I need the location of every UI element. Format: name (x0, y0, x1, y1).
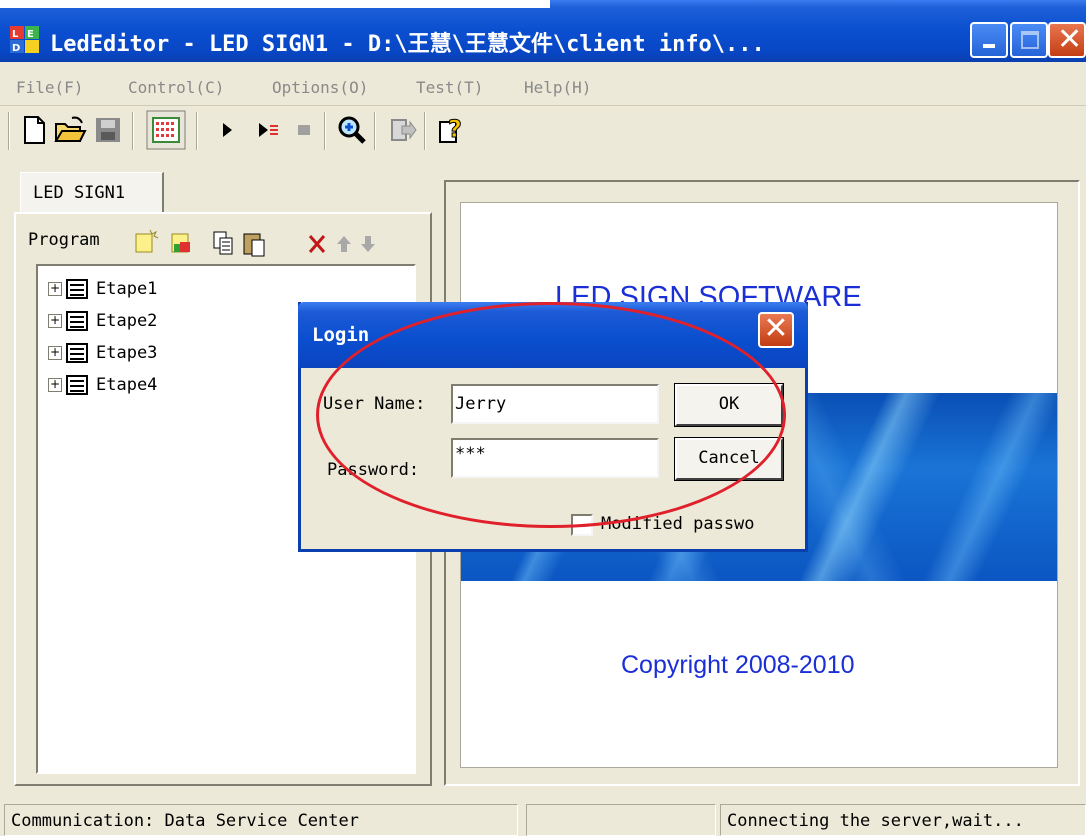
move-down-icon[interactable] (361, 236, 375, 252)
help-icon[interactable]: ? (434, 112, 470, 148)
svg-text:?: ? (448, 115, 462, 143)
tree-item-label: Etape2 (96, 311, 158, 331)
close-icon: ✕ (1057, 22, 1083, 57)
tree-item-label: Etape3 (96, 343, 158, 363)
dialog-title-bar: Login ✕ (298, 302, 808, 368)
top-edge (0, 0, 550, 8)
expand-icon[interactable]: + (48, 314, 62, 328)
svg-text:L: L (12, 29, 19, 40)
toolbar-separator (324, 112, 326, 150)
tree-item[interactable]: + Etape4 (48, 372, 157, 398)
led-grid-icon[interactable] (146, 110, 186, 150)
toolbar: ? (0, 106, 1086, 156)
username-label: User Name: (323, 394, 426, 414)
menu-file[interactable]: File(F) (16, 78, 83, 97)
open-folder-icon[interactable] (52, 112, 88, 148)
password-input[interactable]: *** (451, 438, 659, 478)
expand-icon[interactable]: + (48, 282, 62, 296)
minimize-icon (983, 44, 995, 48)
play-icon[interactable] (210, 112, 246, 148)
etape-icon (66, 279, 88, 299)
expand-icon[interactable]: + (48, 346, 62, 360)
tree-item-label: Etape1 (96, 279, 158, 299)
tree-item[interactable]: + Etape3 (48, 340, 157, 366)
etape-icon (66, 343, 88, 363)
toolbar-separator (196, 112, 198, 150)
password-label: Password: (327, 460, 420, 480)
tree-item-label: Etape4 (96, 375, 158, 395)
paste-icon[interactable] (243, 233, 265, 257)
move-up-icon[interactable] (337, 236, 351, 252)
export-icon[interactable] (384, 112, 420, 148)
expand-icon[interactable]: + (48, 378, 62, 392)
toolbar-grip (8, 112, 10, 150)
delete-icon[interactable] (308, 235, 326, 253)
svg-text:E: E (27, 29, 34, 40)
toolbar-separator (374, 112, 376, 150)
program-label: Program (28, 230, 100, 250)
play-step-icon[interactable] (250, 112, 286, 148)
close-icon: ✕ (763, 311, 789, 346)
toolbar-separator (424, 112, 426, 150)
copy-icon[interactable] (213, 231, 233, 255)
toolbar-separator (132, 112, 134, 150)
dialog-close-button[interactable]: ✕ (758, 312, 794, 348)
status-middle (526, 804, 716, 836)
etape-icon (66, 375, 88, 395)
program-toolbar (135, 229, 375, 257)
window-title: LedEditor - LED SIGN1 - D:\王慧\王慧文件\clien… (50, 32, 765, 57)
maximize-button[interactable] (1010, 22, 1048, 58)
modified-password-checkbox[interactable] (571, 514, 593, 536)
login-dialog: Login ✕ User Name: Jerry OK Password: **… (298, 302, 808, 552)
menu-control[interactable]: Control(C) (128, 78, 224, 97)
maximize-icon (1021, 31, 1039, 49)
new-document-icon[interactable] (16, 112, 52, 148)
cancel-button[interactable]: Cancel (674, 437, 784, 481)
modified-password-label: Modified passwo (601, 514, 755, 534)
svg-text:D: D (12, 43, 20, 54)
etape-icon (66, 311, 88, 331)
dialog-title: Login (312, 324, 370, 346)
ok-button[interactable]: OK (674, 383, 784, 427)
stop-icon[interactable] (286, 112, 322, 148)
tree-item[interactable]: + Etape2 (48, 308, 157, 334)
new-program-color-icon[interactable] (171, 233, 190, 253)
status-communication: Communication: Data Service Center (4, 804, 518, 836)
new-program-icon[interactable] (135, 229, 159, 253)
save-icon[interactable] (90, 112, 126, 148)
title-bar: L E D LedEditor - LED SIGN1 - D:\王慧\王慧文件… (0, 0, 1086, 62)
menu-options[interactable]: Options(O) (272, 78, 368, 97)
menu-test[interactable]: Test(T) (416, 78, 483, 97)
username-input[interactable]: Jerry (451, 384, 659, 424)
close-button[interactable]: ✕ (1048, 22, 1086, 58)
status-connection: Connecting the server,wait... (720, 804, 1086, 836)
copyright-text: Copyright 2008-2010 (621, 651, 855, 679)
led-editor-icon: L E D (10, 26, 39, 54)
minimize-button[interactable] (970, 22, 1008, 58)
menu-bar: File(F) Control(C) Options(O) Test(T) He… (0, 62, 1086, 106)
zoom-icon[interactable] (334, 112, 370, 148)
tree-item[interactable]: + Etape1 (48, 276, 157, 302)
tab-led-sign1[interactable]: LED SIGN1 (20, 172, 164, 214)
menu-help[interactable]: Help(H) (524, 78, 591, 97)
